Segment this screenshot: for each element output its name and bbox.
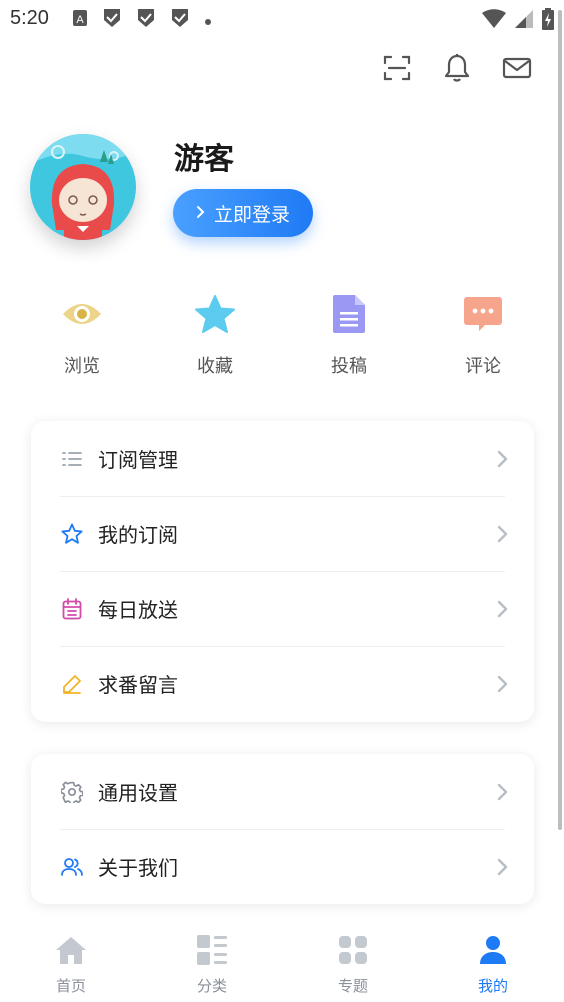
status-time: 5:20 xyxy=(10,7,49,29)
quick-submit[interactable]: 投稿 xyxy=(299,292,399,378)
menu-item-subscription-manage[interactable]: 订阅管理 xyxy=(31,421,534,496)
header-actions xyxy=(382,53,532,87)
nav-tab-label: 我的 xyxy=(477,977,508,995)
scan-button[interactable] xyxy=(382,55,412,85)
home-icon xyxy=(55,935,87,969)
eye-icon xyxy=(62,300,102,332)
menu-item-label: 关于我们 xyxy=(98,856,178,880)
shield-check-icon xyxy=(136,8,156,32)
shield-check-icon xyxy=(170,8,190,32)
nav-tab-category[interactable]: 分类 xyxy=(172,935,252,996)
menu-item-label: 订阅管理 xyxy=(98,448,178,472)
chevron-right-icon xyxy=(495,449,509,469)
svg-text:A: A xyxy=(76,14,84,26)
menu-item-label: 每日放送 xyxy=(98,598,178,622)
person-icon xyxy=(479,935,507,969)
list-icon xyxy=(61,448,83,470)
gear-icon xyxy=(61,781,83,803)
chevron-right-icon xyxy=(495,782,509,802)
category-icon xyxy=(196,934,228,970)
quick-actions: 浏览 收藏 投稿 评论 xyxy=(0,292,564,382)
nav-tab-home[interactable]: 首页 xyxy=(31,935,111,996)
quick-favorites-label: 收藏 xyxy=(197,356,233,377)
pencil-icon xyxy=(61,673,83,695)
menu-card-settings: 通用设置 关于我们 xyxy=(31,754,534,904)
chevron-right-icon xyxy=(495,674,509,694)
notification-button[interactable] xyxy=(442,53,472,87)
menu-item-my-subscriptions[interactable]: 我的订阅 xyxy=(31,496,534,571)
battery-icon xyxy=(542,8,554,34)
quick-submit-label: 投稿 xyxy=(331,356,367,377)
chevron-right-icon xyxy=(196,202,206,224)
star-icon xyxy=(194,294,236,338)
nav-tab-label: 首页 xyxy=(55,977,86,995)
cell-signal-icon xyxy=(514,9,534,33)
chevron-right-icon xyxy=(495,857,509,877)
document-icon xyxy=(332,294,366,338)
username: 游客 xyxy=(174,142,234,177)
quick-comments[interactable]: 评论 xyxy=(433,292,533,378)
quick-favorites[interactable]: 收藏 xyxy=(165,292,265,378)
nav-tab-mine[interactable]: 我的 xyxy=(453,935,533,996)
status-bar: 5:20 A xyxy=(0,0,564,38)
login-button[interactable]: 立即登录 xyxy=(173,189,313,237)
nav-tab-label: 分类 xyxy=(196,977,227,995)
calendar-icon xyxy=(61,597,83,620)
a-notification-icon: A xyxy=(72,9,88,31)
message-button[interactable] xyxy=(502,55,532,85)
scan-icon xyxy=(383,54,411,86)
quick-history-label: 浏览 xyxy=(64,356,100,377)
dot-icon xyxy=(204,11,212,30)
scrollbar[interactable] xyxy=(558,10,562,830)
menu-item-label: 通用设置 xyxy=(98,781,178,805)
menu-item-daily-schedule[interactable]: 每日放送 xyxy=(31,571,534,646)
menu-item-label: 求番留言 xyxy=(98,673,178,697)
nav-tab-topics[interactable]: 专题 xyxy=(313,935,393,996)
wifi-icon xyxy=(482,9,506,33)
menu-item-label: 我的订阅 xyxy=(98,523,178,547)
quick-history[interactable]: 浏览 xyxy=(32,292,132,378)
bell-icon xyxy=(444,53,470,87)
bottom-nav: 首页 分类 专题 我的 xyxy=(0,925,564,1002)
menu-card-main: 订阅管理 我的订阅 每日放送 求番留言 xyxy=(31,421,534,722)
login-label: 立即登录 xyxy=(213,203,290,226)
grid-icon xyxy=(338,935,368,969)
menu-item-about-us[interactable]: 关于我们 xyxy=(31,829,534,904)
shield-check-icon xyxy=(102,8,122,32)
mail-icon xyxy=(502,56,532,84)
chevron-right-icon xyxy=(495,599,509,619)
nav-tab-label: 专题 xyxy=(337,977,368,995)
menu-item-request-message[interactable]: 求番留言 xyxy=(31,646,534,721)
star-outline-icon xyxy=(61,523,83,545)
quick-comments-label: 评论 xyxy=(465,356,501,377)
chevron-right-icon xyxy=(495,524,509,544)
comment-icon xyxy=(463,295,503,337)
users-icon xyxy=(61,856,83,878)
avatar[interactable] xyxy=(30,134,136,240)
menu-item-general-settings[interactable]: 通用设置 xyxy=(31,754,534,829)
